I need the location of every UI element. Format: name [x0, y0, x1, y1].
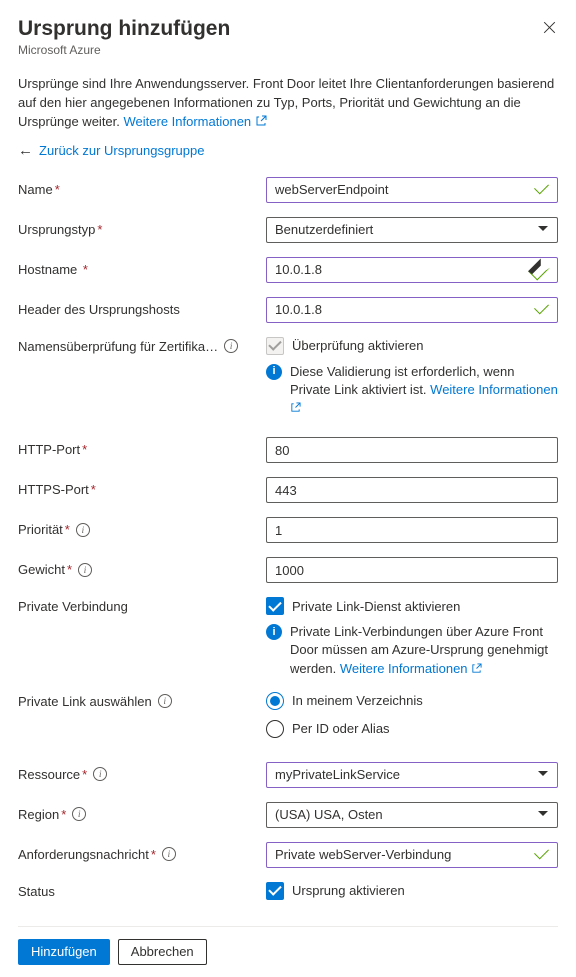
back-arrow-icon: ← [18, 142, 33, 159]
resource-select[interactable] [266, 762, 558, 788]
label-hostname: Hostname * [18, 257, 266, 277]
footer: Hinzufügen Abbrechen [18, 926, 558, 965]
label-request-msg: Anforderungsnachricht*i [18, 842, 266, 862]
row-name: Name* [18, 177, 558, 203]
row-private-link: Private Verbindung Private Link-Dienst a… [18, 597, 558, 678]
panel-header: Ursprung hinzufügen Microsoft Azure [18, 16, 558, 57]
host-header-input[interactable] [266, 297, 558, 323]
external-link-icon [255, 115, 267, 127]
info-badge-icon: i [266, 364, 282, 380]
info-badge-icon: i [266, 624, 282, 640]
cancel-button[interactable]: Abbrechen [118, 939, 207, 965]
label-resource: Ressource*i [18, 762, 266, 782]
page-title: Ursprung hinzufügen [18, 16, 558, 41]
row-cert-check: Namensüberprüfung für Zertifika…i Überpr… [18, 337, 558, 418]
private-link-checkbox-label: Private Link-Dienst aktivieren [292, 599, 460, 614]
info-icon[interactable]: i [224, 339, 238, 353]
row-status: Status Ursprung aktivieren [18, 882, 558, 900]
row-region: Region*i [18, 802, 558, 828]
label-https-port: HTTPS-Port* [18, 477, 266, 497]
row-origin-type: Ursprungstyp* [18, 217, 558, 243]
back-to-group-link[interactable]: Zurück zur Ursprungsgruppe [39, 143, 204, 158]
https-port-input[interactable] [266, 477, 558, 503]
label-pl-select: Private Link auswähleni [18, 692, 266, 709]
http-port-input[interactable] [266, 437, 558, 463]
private-link-info-callout: i Private Link-Verbindungen über Azure F… [266, 623, 558, 678]
row-host-header: Header des Ursprungshosts [18, 297, 558, 323]
close-icon[interactable] [542, 20, 558, 36]
label-cert-check: Namensüberprüfung für Zertifika…i [18, 337, 266, 354]
radio-in-directory-label: In meinem Verzeichnis [292, 693, 423, 708]
row-hostname: Hostname * [18, 257, 558, 283]
label-status: Status [18, 882, 266, 899]
origin-type-select[interactable] [266, 217, 558, 243]
add-button[interactable]: Hinzufügen [18, 939, 110, 965]
hostname-input[interactable] [266, 257, 558, 283]
label-host-header: Header des Ursprungshosts [18, 297, 266, 317]
external-link-icon [290, 402, 301, 413]
priority-input[interactable] [266, 517, 558, 543]
label-region: Region*i [18, 802, 266, 822]
region-select[interactable] [266, 802, 558, 828]
row-priority: Priorität*i [18, 517, 558, 543]
info-icon[interactable]: i [78, 563, 92, 577]
info-icon[interactable]: i [93, 767, 107, 781]
cert-info-callout: i Diese Validierung ist erforderlich, we… [266, 363, 558, 418]
radio-by-id[interactable] [266, 720, 284, 738]
radio-in-directory[interactable] [266, 692, 284, 710]
info-icon[interactable]: i [76, 523, 90, 537]
cert-check-label: Überprüfung aktivieren [292, 338, 424, 353]
info-icon[interactable]: i [72, 807, 86, 821]
info-icon[interactable]: i [162, 847, 176, 861]
cert-check-checkbox [266, 337, 284, 355]
label-name: Name* [18, 177, 266, 197]
row-weight: Gewicht*i [18, 557, 558, 583]
status-checkbox[interactable] [266, 882, 284, 900]
row-https-port: HTTPS-Port* [18, 477, 558, 503]
label-private-link: Private Verbindung [18, 597, 266, 614]
row-resource: Ressource*i [18, 762, 558, 788]
learn-more-link[interactable]: Weitere Informationen [124, 114, 267, 129]
back-link-row: ← Zurück zur Ursprungsgruppe [18, 142, 558, 159]
weight-input[interactable] [266, 557, 558, 583]
info-icon[interactable]: i [158, 694, 172, 708]
label-http-port: HTTP-Port* [18, 437, 266, 457]
pl-learn-more-link[interactable]: Weitere Informationen [340, 661, 482, 676]
request-msg-input[interactable] [266, 842, 558, 868]
external-link-icon [471, 663, 482, 674]
private-link-checkbox[interactable] [266, 597, 284, 615]
label-weight: Gewicht*i [18, 557, 266, 577]
page-subtitle: Microsoft Azure [18, 43, 558, 57]
row-request-msg: Anforderungsnachricht*i [18, 842, 558, 868]
row-pl-select: Private Link auswähleni In meinem Verzei… [18, 692, 558, 748]
status-checkbox-label: Ursprung aktivieren [292, 883, 405, 898]
intro-text: Ursprünge sind Ihre Anwendungsserver. Fr… [18, 75, 558, 132]
radio-by-id-label: Per ID oder Alias [292, 721, 390, 736]
name-input[interactable] [266, 177, 558, 203]
row-http-port: HTTP-Port* [18, 437, 558, 463]
label-priority: Priorität*i [18, 517, 266, 537]
label-origin-type: Ursprungstyp* [18, 217, 266, 237]
